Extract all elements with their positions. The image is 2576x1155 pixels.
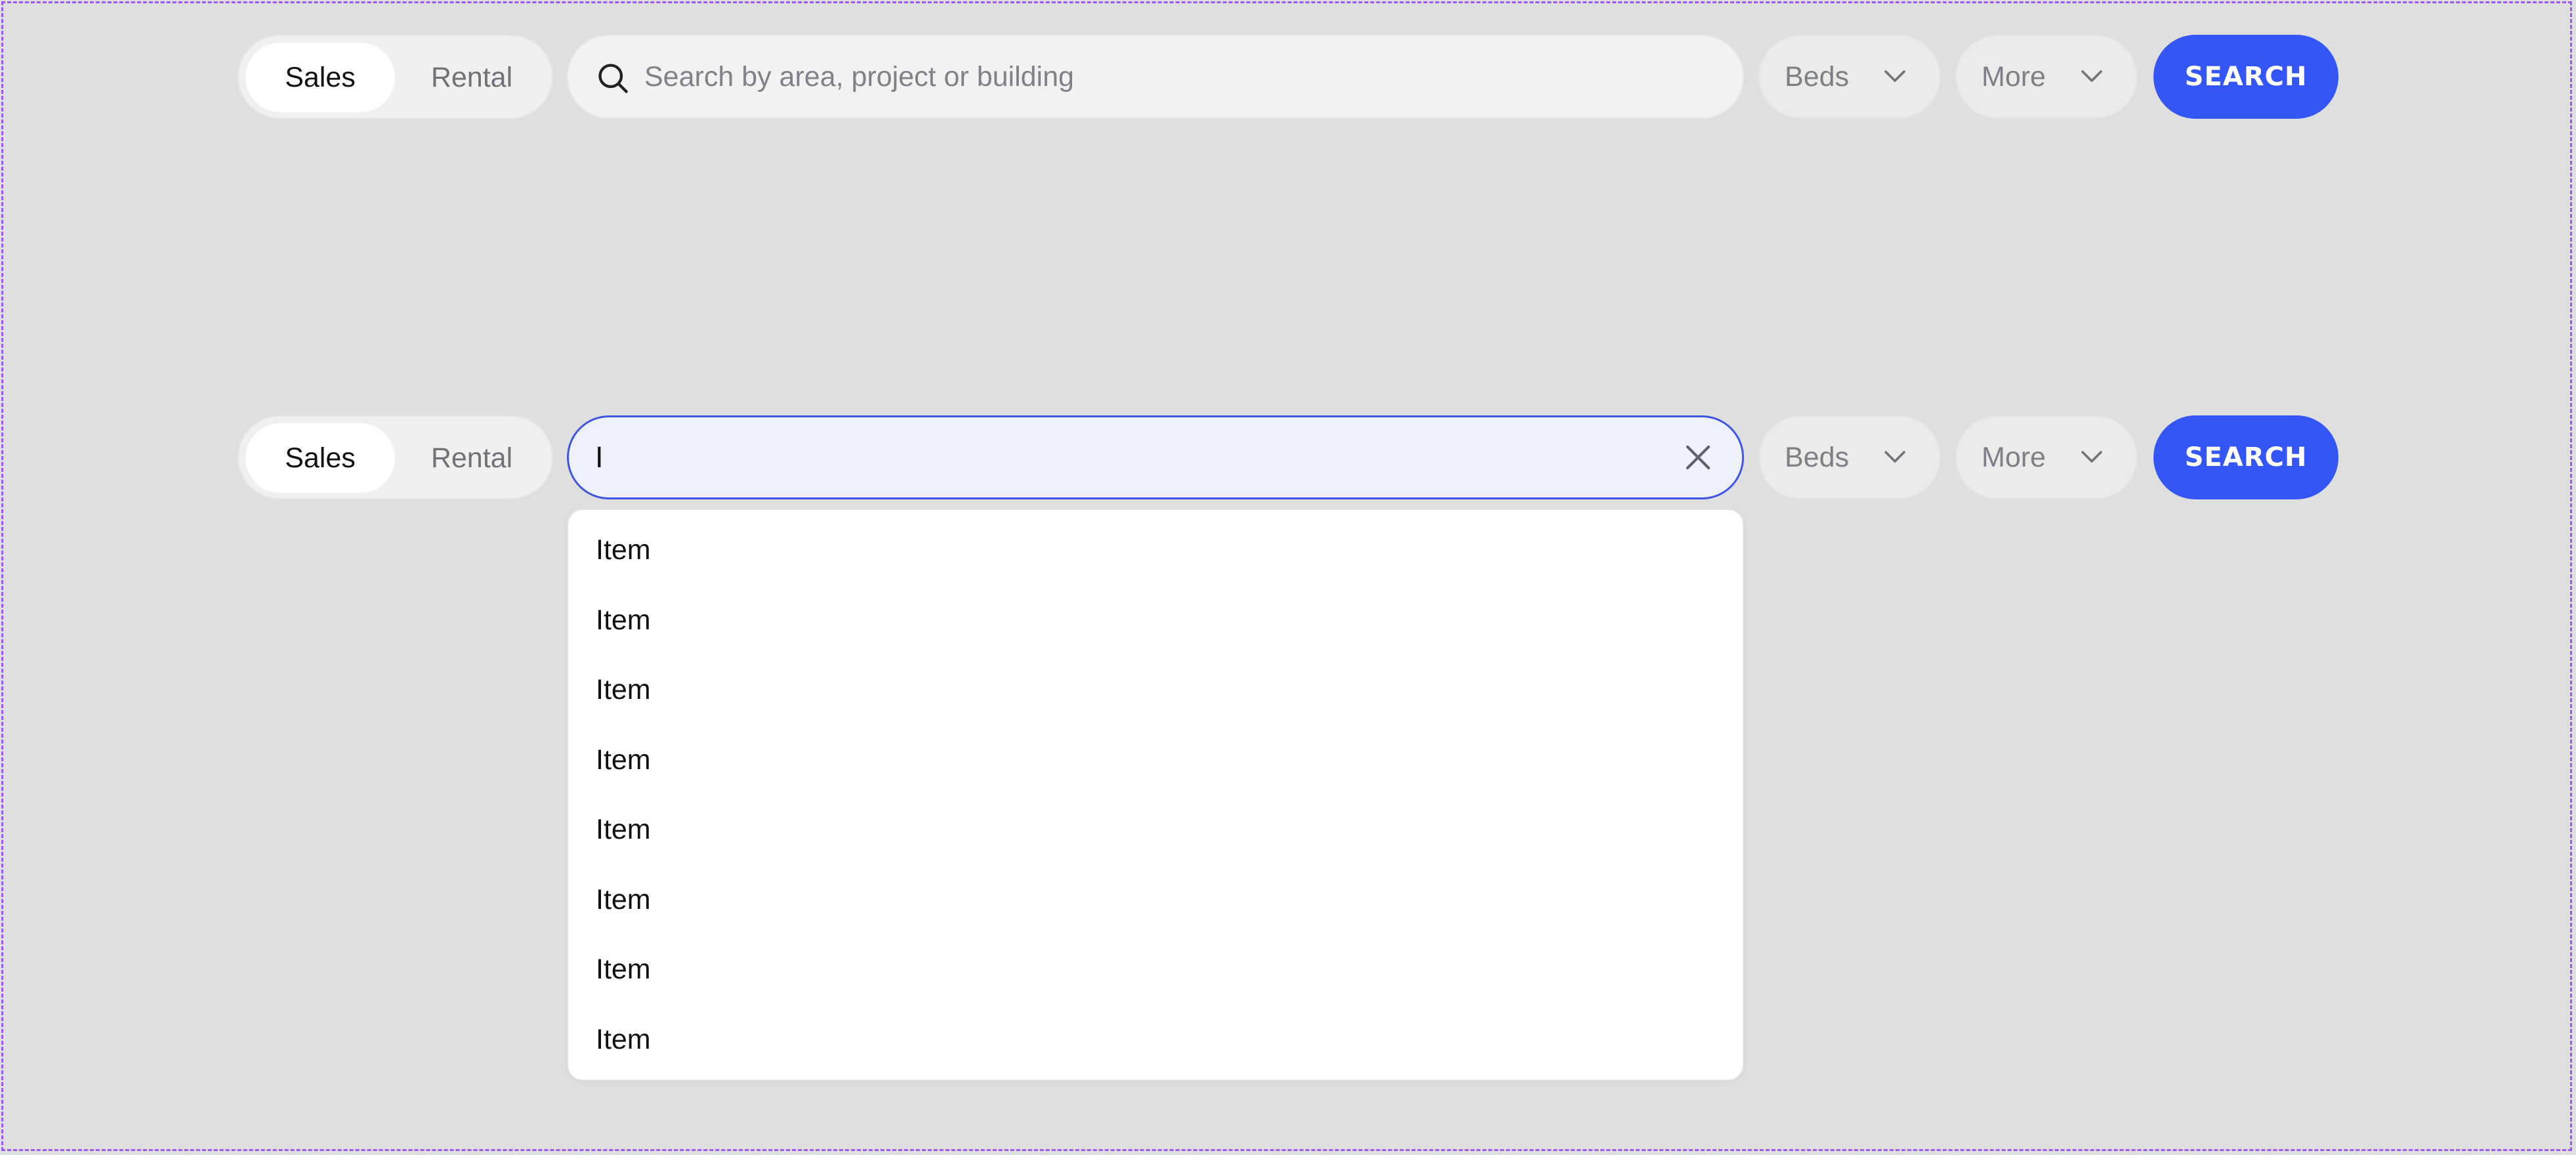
beds-label: Beds: [1785, 61, 1850, 93]
beds-dropdown[interactable]: Beds: [1758, 415, 1941, 499]
suggestion-item[interactable]: Item: [596, 530, 651, 570]
beds-label: Beds: [1785, 442, 1850, 473]
suggestion-item[interactable]: Item: [596, 1020, 651, 1059]
mode-sales-option[interactable]: Sales: [245, 423, 395, 493]
search-bar-default: Sales Rental Search by area, project or …: [0, 35, 2576, 120]
beds-dropdown[interactable]: Beds: [1758, 35, 1941, 119]
suggestion-item[interactable]: Item: [596, 950, 651, 989]
mode-rental-option[interactable]: Rental: [399, 423, 545, 493]
mode-toggle: Sales Rental: [238, 415, 553, 499]
more-dropdown[interactable]: More: [1955, 35, 2138, 119]
more-dropdown[interactable]: More: [1955, 415, 2138, 499]
search-button[interactable]: SEARCH: [2153, 415, 2338, 499]
chevron-down-icon: [2081, 451, 2102, 463]
mode-toggle: Sales Rental: [238, 35, 553, 119]
search-icon: [598, 64, 628, 93]
mode-sales-option[interactable]: Sales: [245, 43, 395, 112]
search-field[interactable]: Search by area, project or building: [567, 35, 1744, 119]
search-bar-active: Sales Rental I Beds More SEARCH: [0, 415, 2576, 501]
search-input[interactable]: I: [595, 417, 604, 497]
suggestion-item[interactable]: Item: [596, 810, 651, 849]
chevron-down-icon: [2081, 70, 2102, 82]
suggestions-dropdown: Item Item Item Item Item Item Item Item: [567, 509, 1744, 1081]
chevron-down-icon: [1884, 451, 1905, 463]
search-input[interactable]: Search by area, project or building: [644, 36, 1074, 117]
search-button[interactable]: SEARCH: [2153, 35, 2338, 119]
suggestion-item[interactable]: Item: [596, 670, 651, 709]
suggestion-item[interactable]: Item: [596, 600, 651, 640]
more-label: More: [1982, 61, 2046, 93]
chevron-down-icon: [1884, 70, 1905, 82]
suggestion-item[interactable]: Item: [596, 740, 651, 780]
search-field-focused[interactable]: I: [567, 415, 1744, 499]
more-label: More: [1982, 442, 2046, 473]
mode-rental-option[interactable]: Rental: [399, 43, 545, 112]
suggestion-item[interactable]: Item: [596, 880, 651, 919]
close-icon[interactable]: [1683, 442, 1713, 472]
